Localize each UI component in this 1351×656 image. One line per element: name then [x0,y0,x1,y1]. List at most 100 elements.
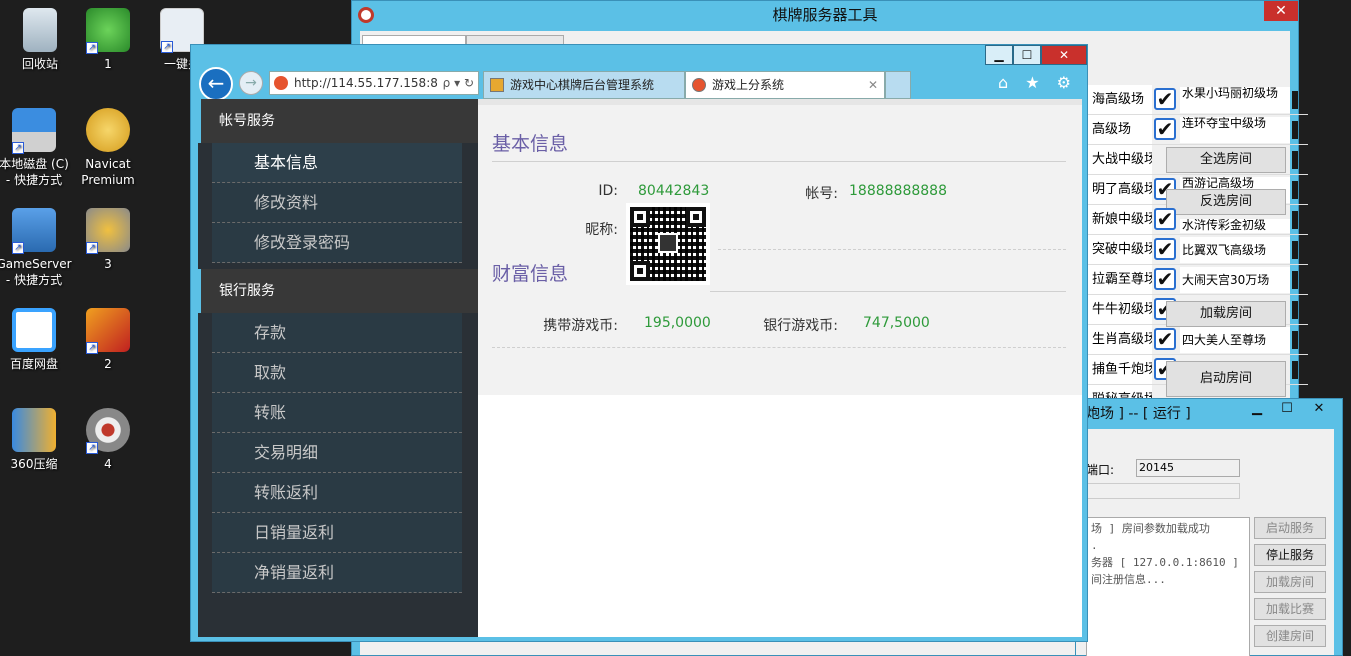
row-arrow-icon [1292,301,1298,319]
tab-close-icon[interactable]: ✕ [868,72,878,98]
close-button[interactable]: ✕ [1041,45,1087,65]
load-rooms-button[interactable]: 加载房间 [1166,301,1286,327]
desktop-icon-label: GameServer [0,257,72,271]
sidebar-item-deposit[interactable]: 存款 [212,313,462,353]
gear-icon: ↗ [86,408,130,454]
server-tool-titlebar[interactable]: 棋牌服务器工具 ✕ [352,1,1298,29]
row-arrow-icon [1292,211,1298,229]
room-row: 牛牛初级场 ✔ 加载房间 [1088,295,1308,327]
sidebar-item-change-password[interactable]: 修改登录密码 [212,223,462,263]
360zip-shortcut[interactable]: 360压缩 [0,408,74,472]
app-3-shortcut[interactable]: ↗ 3 [68,208,148,272]
minimize-button[interactable]: ▁ [1242,401,1272,419]
row-arrow-icon [1292,361,1298,379]
desktop-icon-label: 2 [104,357,112,371]
back-button[interactable]: ← [199,67,233,101]
wrench-key-icon: ↗ [86,208,130,254]
desktop-icon-label: 1 [104,57,112,71]
desktop-icon-label: 3 [104,257,112,271]
room-row: 明了高级场 ✔ 西游记高级场 反选房间 [1088,175,1308,215]
load-room-button[interactable]: 加载房间 [1254,571,1326,593]
toolbar-icons[interactable]: ⌂ ★ ⚙ [998,73,1077,92]
maximize-button[interactable]: ☐ [1272,401,1302,419]
load-match-button[interactable]: 加载比赛 [1254,598,1326,620]
room-row: 新娘中级场 ✔ 水浒传彩金初级 [1088,205,1308,235]
sidebar-item-edit-profile[interactable]: 修改资料 [212,183,462,223]
sidebar-item-transfer[interactable]: 转账 [212,393,462,433]
qr-code-image [626,203,710,285]
room-checkbox[interactable]: ✔ [1154,268,1176,290]
desktop-icon-label: Navicat [85,157,131,171]
run-window-titlebar[interactable]: 炮场 ] -- [ 运行 ] ▁ ☐ ✕ [1076,399,1342,429]
row-arrow-icon [1292,151,1298,169]
port-field[interactable]: 20145 [1136,459,1240,477]
bank-coins-label: 银行游戏币: [763,318,838,334]
divider [492,161,1066,162]
sidebar-item-basic-info[interactable]: 基本信息 [212,143,462,183]
desktop-icon-label: Premium [81,173,135,187]
room-name: 大战中级场 [1088,145,1152,174]
port-label: 端口: [1086,463,1115,477]
desktop-icon-label: - 快捷方式 [5,173,63,187]
sidebar-section-account[interactable]: 帐号服务 [198,99,478,143]
tab-label: 游戏中心棋牌后台管理系统 [510,78,655,92]
stop-service-button[interactable]: 停止服务 [1254,544,1326,566]
account-label: 帐号: [805,186,838,202]
room-row: 海高级场 ✔ 水果小玛丽初级场 [1088,85,1308,115]
window-controls: ▁ ☐ ✕ [985,45,1087,67]
minimize-button[interactable]: ▁ [985,45,1013,65]
room-row: 生肖高级场 ✔ 四大美人至尊场 [1088,325,1308,355]
main-panel: 基本信息 ID: 80442843 帐号: 18888888888 昵称: 财富… [478,99,1082,395]
room-checkbox[interactable]: ✔ [1154,238,1176,260]
settings-gear-icon [358,7,374,23]
room-name: 牛牛初级场 [1088,295,1152,324]
desktop-icon-label: 4 [104,457,112,471]
room-name: 明了高级场 [1088,175,1152,204]
divider [718,249,1066,250]
sidebar-item-withdraw[interactable]: 取款 [212,353,462,393]
divider [492,347,1066,348]
maximize-button[interactable]: ☐ [1013,45,1041,65]
carry-coins-value: 195,0000 [644,315,711,331]
server-tool-title: 棋牌服务器工具 [772,6,878,24]
app-1-shortcut[interactable]: ↗ 1 [68,8,148,72]
select-all-rooms-button[interactable]: 全选房间 [1166,147,1286,173]
local-disk-shortcut[interactable]: ↗ 本地磁盘 (C) - 快捷方式 [0,108,74,188]
baidu-netdisk-shortcut[interactable]: 百度网盘 [0,308,74,372]
navicat-icon [86,108,130,152]
tab-score-system[interactable]: 游戏上分系统 ✕ [685,71,885,99]
forward-button[interactable]: → [239,71,263,95]
row-arrow-icon [1292,121,1298,139]
close-button[interactable]: ✕ [1304,401,1334,419]
room-checkbox[interactable]: ✔ [1154,328,1176,350]
sidebar-item-daily-sales-rebate[interactable]: 日销量返利 [212,513,462,553]
bank-coins-value: 747,5000 [863,315,930,331]
run-window-title: 炮场 ] -- [ 运行 ] [1086,406,1191,422]
create-room-button[interactable]: 创建房间 [1254,625,1326,647]
app-2-shortcut[interactable]: ↗ 2 [68,308,148,372]
status-field [1086,483,1240,499]
app-4-shortcut[interactable]: ↗ 4 [68,408,148,472]
server-tool-close-button[interactable]: ✕ [1264,1,1298,21]
room-checkbox[interactable]: ✔ [1154,88,1176,110]
row-arrow-icon [1292,241,1298,259]
id-label: ID: [598,183,618,199]
computer-icon: ↗ [12,208,56,254]
sidebar-section-bank[interactable]: 银行服务 [198,269,478,313]
desktop-icon-label: 本地磁盘 (C) [0,157,69,171]
sidebar-item-transfer-rebate[interactable]: 转账返利 [212,473,462,513]
tab-admin-system[interactable]: 游戏中心棋牌后台管理系统 [483,71,685,99]
sidebar-item-transactions[interactable]: 交易明细 [212,433,462,473]
new-tab-button[interactable] [885,71,911,99]
zip-archive-icon [12,408,56,452]
address-bar[interactable]: http://114.55.177.158:8 ρ ▾ ↻ [269,71,479,95]
room-checkbox[interactable]: ✔ [1154,118,1176,140]
sidebar-item-net-sales-rebate[interactable]: 净销量返利 [212,553,462,593]
address-tools[interactable]: ρ ▾ ↻ [443,72,474,94]
room-label: 连环夺宝中级场 [1180,117,1290,143]
site-favicon-icon [274,76,288,90]
navicat-shortcut[interactable]: Navicat Premium [68,108,148,188]
start-service-button[interactable]: 启动服务 [1254,517,1326,539]
room-checkbox[interactable]: ✔ [1154,208,1176,230]
gameserver-shortcut[interactable]: ↗ GameServer - 快捷方式 [0,208,74,288]
